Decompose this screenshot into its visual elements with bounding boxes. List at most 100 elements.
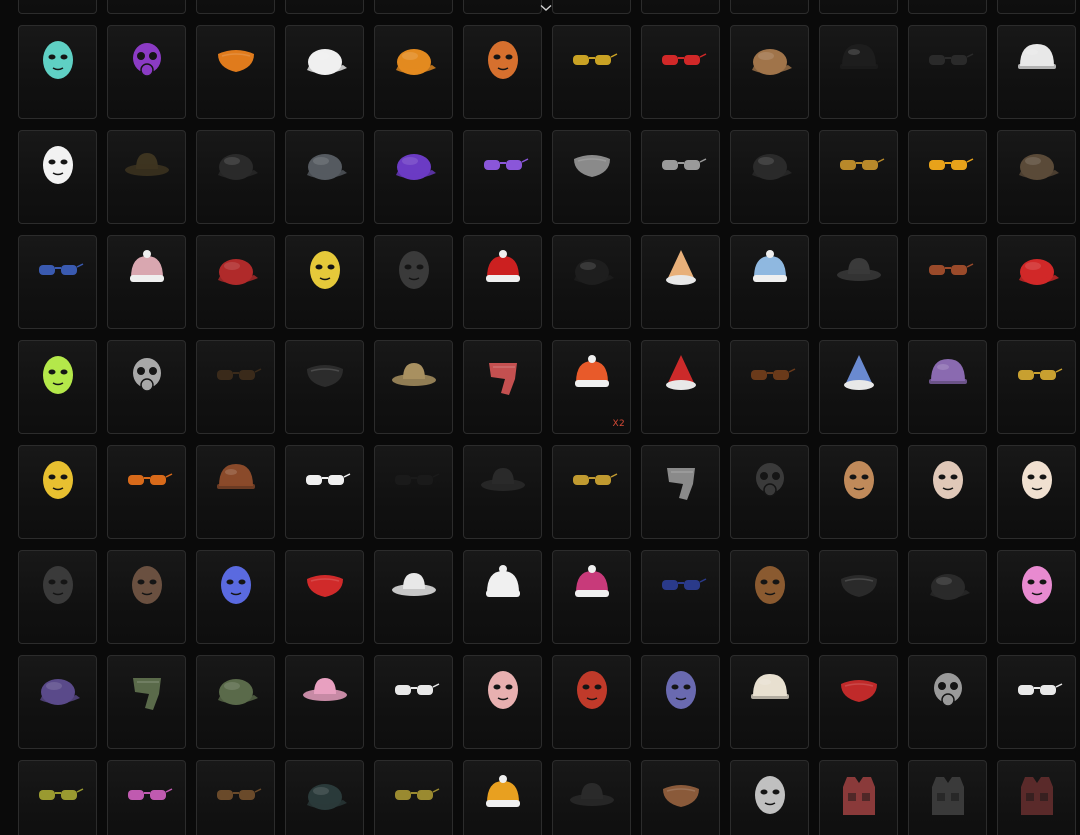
inventory-slot[interactable] bbox=[730, 550, 809, 644]
inventory-slot[interactable] bbox=[819, 25, 898, 119]
inventory-slot[interactable] bbox=[107, 25, 186, 119]
inventory-slot[interactable] bbox=[908, 760, 987, 835]
inventory-slot[interactable] bbox=[997, 235, 1076, 329]
inventory-slot[interactable] bbox=[463, 655, 542, 749]
inventory-slot[interactable] bbox=[463, 340, 542, 434]
inventory-slot[interactable] bbox=[908, 340, 987, 434]
inventory-slot[interactable] bbox=[196, 760, 275, 835]
inventory-slot[interactable] bbox=[107, 0, 186, 14]
inventory-slot[interactable] bbox=[285, 130, 364, 224]
inventory-slot[interactable] bbox=[997, 25, 1076, 119]
inventory-slot[interactable] bbox=[196, 550, 275, 644]
inventory-slot[interactable] bbox=[196, 25, 275, 119]
inventory-slot[interactable] bbox=[819, 130, 898, 224]
inventory-slot[interactable] bbox=[908, 445, 987, 539]
inventory-slot[interactable] bbox=[997, 0, 1076, 14]
inventory-slot[interactable] bbox=[908, 25, 987, 119]
inventory-slot[interactable] bbox=[730, 340, 809, 434]
inventory-slot[interactable] bbox=[374, 0, 453, 14]
inventory-slot[interactable] bbox=[552, 25, 631, 119]
inventory-slot[interactable]: X2 bbox=[552, 340, 631, 434]
inventory-slot[interactable] bbox=[908, 655, 987, 749]
inventory-slot[interactable] bbox=[997, 445, 1076, 539]
inventory-slot[interactable] bbox=[730, 445, 809, 539]
inventory-slot[interactable] bbox=[997, 760, 1076, 835]
inventory-slot[interactable] bbox=[285, 235, 364, 329]
inventory-slot[interactable] bbox=[107, 130, 186, 224]
inventory-slot[interactable] bbox=[552, 550, 631, 644]
inventory-slot[interactable] bbox=[18, 550, 97, 644]
inventory-slot[interactable] bbox=[285, 340, 364, 434]
inventory-slot[interactable] bbox=[374, 25, 453, 119]
inventory-slot[interactable] bbox=[552, 655, 631, 749]
inventory-slot[interactable] bbox=[463, 550, 542, 644]
inventory-slot[interactable] bbox=[285, 760, 364, 835]
scroll-down-indicator[interactable] bbox=[536, 0, 556, 16]
inventory-slot[interactable] bbox=[641, 235, 720, 329]
inventory-slot[interactable] bbox=[819, 655, 898, 749]
inventory-slot[interactable] bbox=[107, 235, 186, 329]
inventory-slot[interactable] bbox=[285, 550, 364, 644]
inventory-slot[interactable] bbox=[552, 235, 631, 329]
inventory-slot[interactable] bbox=[641, 130, 720, 224]
inventory-slot[interactable] bbox=[908, 550, 987, 644]
inventory-slot[interactable] bbox=[819, 340, 898, 434]
inventory-slot[interactable] bbox=[819, 550, 898, 644]
inventory-slot[interactable] bbox=[18, 130, 97, 224]
inventory-slot[interactable] bbox=[908, 0, 987, 14]
inventory-slot[interactable] bbox=[819, 445, 898, 539]
inventory-slot[interactable] bbox=[641, 25, 720, 119]
inventory-slot[interactable] bbox=[18, 760, 97, 835]
inventory-slot[interactable] bbox=[107, 550, 186, 644]
inventory-slot[interactable] bbox=[997, 130, 1076, 224]
inventory-slot[interactable] bbox=[552, 130, 631, 224]
inventory-slot[interactable] bbox=[997, 655, 1076, 749]
inventory-slot[interactable] bbox=[285, 0, 364, 14]
inventory-slot[interactable] bbox=[730, 235, 809, 329]
inventory-slot[interactable] bbox=[285, 655, 364, 749]
inventory-slot[interactable] bbox=[18, 25, 97, 119]
inventory-slot[interactable] bbox=[107, 340, 186, 434]
inventory-slot[interactable] bbox=[552, 0, 631, 14]
inventory-slot[interactable] bbox=[641, 340, 720, 434]
inventory-slot[interactable] bbox=[374, 655, 453, 749]
inventory-slot[interactable] bbox=[641, 0, 720, 14]
inventory-slot[interactable] bbox=[730, 760, 809, 835]
inventory-slot[interactable] bbox=[463, 760, 542, 835]
inventory-slot[interactable] bbox=[552, 760, 631, 835]
inventory-slot[interactable] bbox=[374, 445, 453, 539]
inventory-slot[interactable] bbox=[18, 340, 97, 434]
inventory-slot[interactable] bbox=[819, 235, 898, 329]
inventory-slot[interactable] bbox=[18, 0, 97, 14]
inventory-slot[interactable] bbox=[107, 445, 186, 539]
inventory-slot[interactable] bbox=[196, 235, 275, 329]
inventory-slot[interactable] bbox=[730, 655, 809, 749]
inventory-slot[interactable] bbox=[908, 130, 987, 224]
inventory-slot[interactable] bbox=[997, 550, 1076, 644]
inventory-slot[interactable] bbox=[641, 550, 720, 644]
inventory-slot[interactable] bbox=[374, 235, 453, 329]
inventory-slot[interactable] bbox=[641, 445, 720, 539]
inventory-slot[interactable] bbox=[997, 340, 1076, 434]
inventory-slot[interactable] bbox=[819, 0, 898, 14]
inventory-slot[interactable] bbox=[18, 235, 97, 329]
inventory-slot[interactable] bbox=[463, 445, 542, 539]
inventory-slot[interactable] bbox=[285, 25, 364, 119]
inventory-slot[interactable] bbox=[196, 130, 275, 224]
inventory-slot[interactable] bbox=[730, 25, 809, 119]
inventory-slot[interactable] bbox=[196, 655, 275, 749]
inventory-slot[interactable] bbox=[374, 340, 453, 434]
inventory-slot[interactable] bbox=[18, 445, 97, 539]
inventory-slot[interactable] bbox=[196, 340, 275, 434]
inventory-slot[interactable] bbox=[463, 0, 542, 14]
inventory-slot[interactable] bbox=[819, 760, 898, 835]
inventory-slot[interactable] bbox=[107, 760, 186, 835]
inventory-slot[interactable] bbox=[463, 235, 542, 329]
inventory-slot[interactable] bbox=[641, 655, 720, 749]
inventory-slot[interactable] bbox=[730, 130, 809, 224]
inventory-slot[interactable] bbox=[552, 445, 631, 539]
inventory-slot[interactable] bbox=[285, 445, 364, 539]
inventory-slot[interactable] bbox=[374, 550, 453, 644]
inventory-slot[interactable] bbox=[107, 655, 186, 749]
inventory-slot[interactable] bbox=[18, 655, 97, 749]
